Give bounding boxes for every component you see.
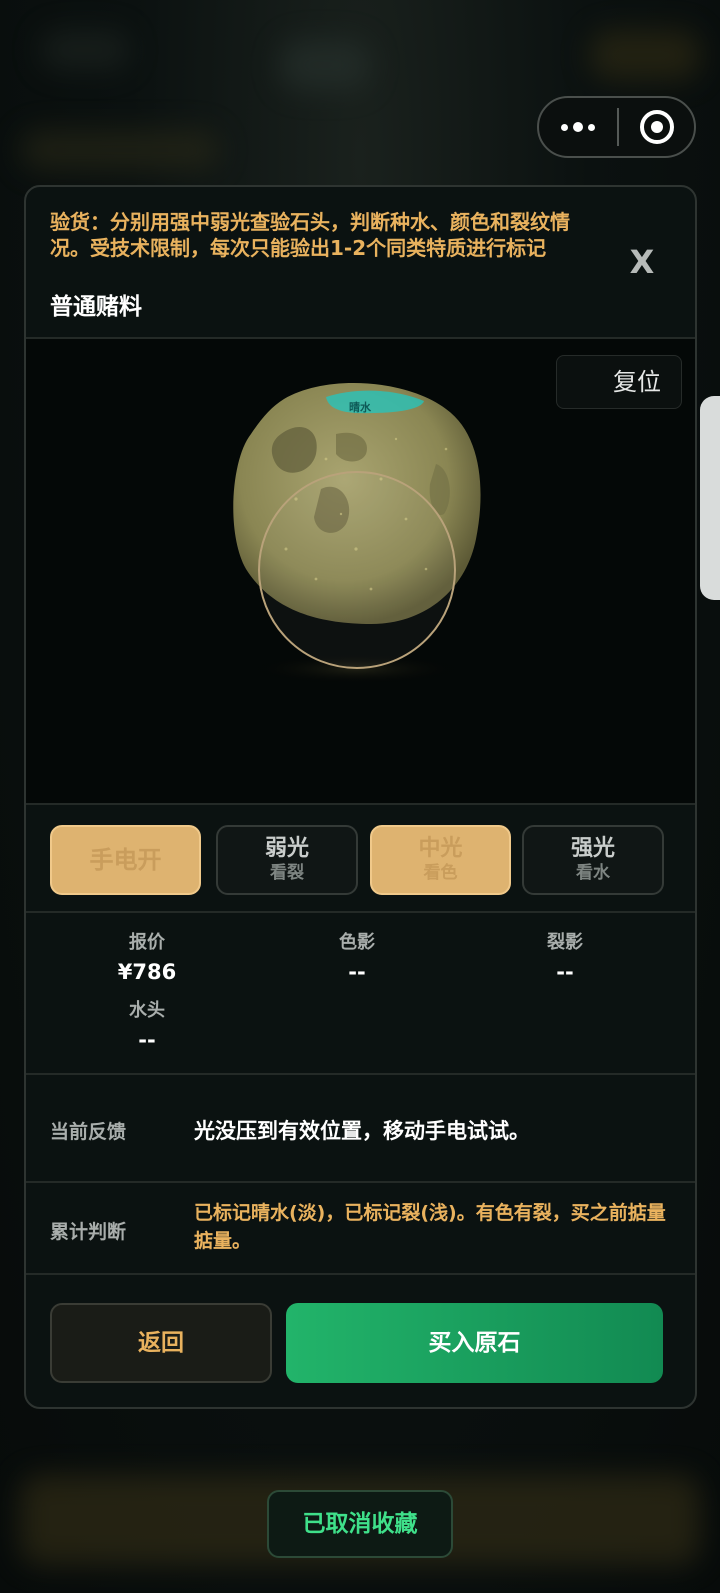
button-label: 强光 <box>570 836 615 861</box>
more-dots-icon[interactable] <box>539 98 617 156</box>
judgment-text: 已标记晴水(淡)，已标记裂(浅)。有色有裂，买之前掂量掂量。 <box>194 1202 666 1252</box>
stone-mark-label: 晴水 <box>349 400 372 414</box>
back-button[interactable]: 返回 <box>50 1303 272 1383</box>
stat-label: 色影 <box>339 932 375 953</box>
light-mode-bar: 手电开 弱光 看裂 中光 看色 强光 看水 <box>26 807 695 913</box>
stat-color-shadow: 色影 -- <box>252 931 462 989</box>
button-label: 中光 <box>418 836 463 861</box>
stat-value: -- <box>348 960 366 984</box>
buy-stone-button[interactable]: 买入原石 <box>286 1303 663 1383</box>
button-sublabel: 看水 <box>576 863 610 883</box>
background-blur <box>20 130 220 170</box>
target-circle-icon[interactable] <box>619 98 694 156</box>
current-feedback-row: 当前反馈 光没压到有效位置，移动手电试试。 <box>26 1077 695 1183</box>
stat-label: 裂影 <box>547 932 583 953</box>
feedback-text: 光没压到有效位置，移动手电试试。 <box>194 1119 530 1143</box>
stats-panel: 报价 ¥786 色影 -- 裂影 -- 水头 -- <box>26 915 695 1075</box>
flashlight-toggle-button[interactable]: 手电开 <box>50 825 201 895</box>
button-sublabel: 看裂 <box>270 863 304 883</box>
app-screen: 验货：分别用强中弱光查验石头，判断种水、颜色和裂纹情况。受技术限制，每次只能验出… <box>0 0 720 1593</box>
button-label: 手电开 <box>89 846 162 874</box>
stat-crack-shadow: 裂影 -- <box>460 931 670 989</box>
stat-value: ¥786 <box>117 960 177 984</box>
side-drawer-handle[interactable] <box>700 396 720 600</box>
action-bar: 返回 买入原石 <box>26 1277 695 1407</box>
reset-button[interactable]: 复位 <box>556 355 682 409</box>
stat-value: -- <box>138 1028 156 1052</box>
strong-light-button[interactable]: 强光 看水 <box>522 825 664 895</box>
modal-header: 验货：分别用强中弱光查验石头，判断种水、颜色和裂纹情况。受技术限制，每次只能验出… <box>26 187 695 339</box>
toast-message: 已取消收藏 <box>267 1490 453 1558</box>
background-blur <box>280 40 370 90</box>
stat-water: 水头 -- <box>42 999 252 1057</box>
button-label: 弱光 <box>264 836 309 861</box>
stat-label: 报价 <box>129 932 165 953</box>
stat-label: 水头 <box>129 1000 165 1021</box>
stone-title: 普通赌料 <box>50 294 142 320</box>
flashlight-ring[interactable] <box>258 471 456 669</box>
judgment-label: 累计判断 <box>50 1221 127 1243</box>
background-blur <box>590 30 700 80</box>
feedback-label: 当前反馈 <box>50 1121 127 1143</box>
cumulative-judgment-row: 累计判断 已标记晴水(淡)，已标记裂(浅)。有色有裂，买之前掂量掂量。 <box>26 1185 695 1275</box>
stat-price: 报价 ¥786 <box>42 931 252 989</box>
stone-viewer[interactable]: 晴水 复位 <box>26 339 695 805</box>
button-sublabel: 看色 <box>423 863 458 883</box>
inspection-description: 验货：分别用强中弱光查验石头，判断种水、颜色和裂纹情况。受技术限制，每次只能验出… <box>50 210 570 260</box>
close-button[interactable]: X <box>622 237 662 287</box>
background-blur <box>40 30 130 70</box>
medium-light-button[interactable]: 中光 看色 <box>370 825 511 895</box>
stat-value: -- <box>556 960 574 984</box>
weak-light-button[interactable]: 弱光 看裂 <box>216 825 358 895</box>
inspection-modal: 验货：分别用强中弱光查验石头，判断种水、颜色和裂纹情况。受技术限制，每次只能验出… <box>24 185 697 1409</box>
miniprogram-capsule <box>537 96 696 158</box>
